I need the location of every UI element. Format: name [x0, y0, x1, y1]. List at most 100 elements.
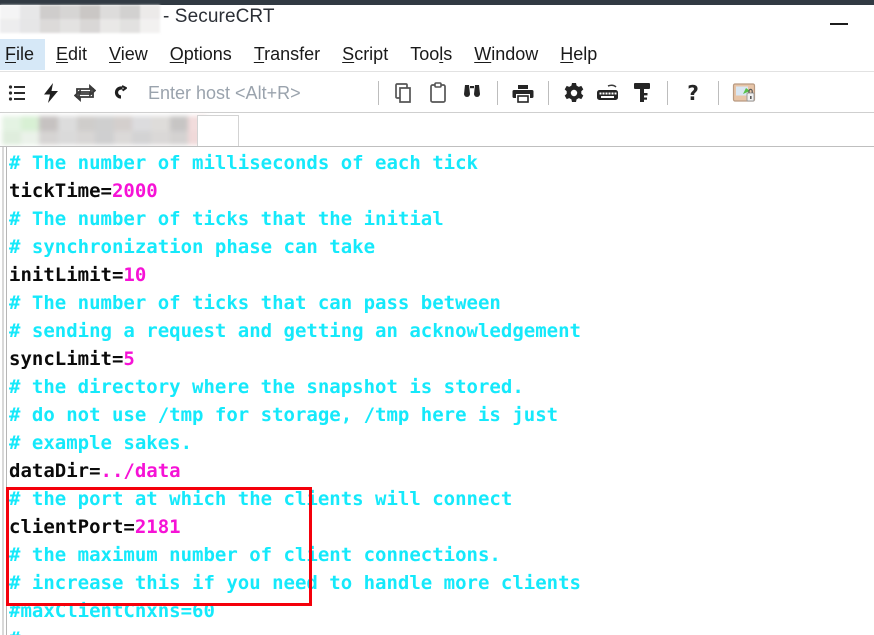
copy-icon[interactable]	[387, 76, 421, 110]
terminal-span-val: 5	[123, 348, 135, 370]
terminal-line: # The number of ticks that the initial	[9, 205, 874, 233]
menu-item-window[interactable]: Window	[463, 39, 549, 70]
find-icon[interactable]	[455, 76, 489, 110]
toolbar-divider	[667, 81, 668, 105]
mosaic-block	[76, 130, 96, 145]
mosaic-block	[2, 116, 21, 131]
mosaic-block	[95, 116, 114, 131]
terminal-line: # increase this if you need to handle mo…	[9, 569, 874, 597]
mosaic-block	[20, 130, 40, 145]
help-icon[interactable]: ?	[676, 76, 710, 110]
terminal-span-key: dataDir=	[9, 460, 101, 482]
gear-icon[interactable]	[557, 76, 591, 110]
mosaic-block	[0, 5, 20, 19]
mosaic-block	[2, 130, 21, 145]
mosaic-block	[169, 130, 189, 145]
menu-item-transfer[interactable]: Transfer	[243, 39, 331, 70]
toolbar-divider	[378, 81, 379, 105]
terminal-span-comment: # The number of ticks that the initial	[9, 208, 444, 230]
terminal-line: # the directory where the snapshot is st…	[9, 373, 874, 401]
masked-session-title	[0, 5, 160, 33]
terminal-line: initLimit=10	[9, 261, 874, 289]
mosaic-block	[60, 19, 80, 33]
securecrt-window: - SecureCRT File Edit View Options Transfer S…	[0, 0, 874, 635]
svg-text:?: ?	[687, 82, 699, 104]
terminal-line: #	[9, 625, 874, 635]
terminal-span-comment: # synchronization phase can take	[9, 236, 376, 258]
mosaic-block	[40, 5, 60, 19]
terminal-line: syncLimit=5	[9, 345, 874, 373]
terminal-span-comment: # example sakes.	[9, 432, 193, 454]
mosaic-block	[169, 116, 189, 131]
mosaic-block	[40, 19, 60, 33]
menu-separator	[0, 71, 874, 72]
terminal-span-comment: # do not use /tmp for storage, /tmp here…	[9, 404, 559, 426]
mosaic-block	[132, 116, 152, 131]
terminal-span-comment: # the port at which the clients will con…	[9, 488, 513, 510]
terminal-span-comment: #	[9, 628, 20, 635]
tab-bar	[0, 114, 874, 147]
terminal-line: # The number of ticks that can pass betw…	[9, 289, 874, 317]
menu-bar: File Edit View Options Transfer Script Tools Wi…	[0, 38, 874, 70]
mosaic-block	[100, 5, 120, 19]
terminal-span-key: initLimit=	[9, 264, 124, 286]
mosaic-block	[151, 116, 170, 131]
quick-connect-icon[interactable]	[34, 76, 68, 110]
terminal-left-gutter	[0, 147, 7, 635]
terminal-line: dataDir=../data	[9, 457, 874, 485]
title-bar: - SecureCRT	[0, 5, 874, 38]
terminal-line: # do not use /tmp for storage, /tmp here…	[9, 401, 874, 429]
terminal-pane[interactable]: # The number of milliseconds of each tic…	[0, 147, 874, 635]
mosaic-block	[140, 19, 160, 33]
mosaic-block	[95, 130, 114, 145]
toolbar-separator	[0, 112, 874, 113]
reconnect-icon[interactable]	[68, 76, 102, 110]
key-icon[interactable]	[625, 76, 659, 110]
terminal-line: tickTime=2000	[9, 177, 874, 205]
mosaic-block	[120, 5, 140, 19]
terminal-span-comment: # sending a request and getting an ackno…	[9, 320, 581, 342]
terminal-line: # example sakes.	[9, 429, 874, 457]
terminal-span-val: 2000	[111, 180, 158, 202]
session-manager-icon[interactable]	[0, 76, 34, 110]
menu-item-view[interactable]: View	[98, 39, 159, 70]
toolbar-divider	[497, 81, 498, 105]
terminal-span-val: 2181	[134, 516, 181, 538]
menu-item-file[interactable]: File	[0, 38, 46, 70]
terminal-span-comment: # increase this if you need to handle mo…	[9, 572, 581, 594]
print-icon[interactable]	[506, 76, 540, 110]
terminal-span-comment: # the directory where the snapshot is st…	[9, 376, 524, 398]
terminal-span-key: clientPort=	[9, 516, 135, 538]
terminal-line: # synchronization phase can take	[9, 233, 874, 261]
paste-icon[interactable]	[421, 76, 455, 110]
mosaic-block	[20, 19, 40, 33]
disconnect-icon[interactable]	[102, 76, 136, 110]
keyboard-icon[interactable]	[591, 76, 625, 110]
masked-session-tab[interactable]	[2, 116, 207, 145]
mosaic-block	[113, 116, 133, 131]
terminal-line: # the port at which the clients will con…	[9, 485, 874, 513]
terminal-span-comment: # the maximum number of client connectio…	[9, 544, 501, 566]
mosaic-block	[132, 130, 152, 145]
mosaic-block	[113, 130, 133, 145]
mosaic-block	[39, 116, 58, 131]
mosaic-block	[0, 19, 20, 33]
terminal-span-val: ../data	[100, 460, 181, 482]
terminal-span-comment: # The number of milliseconds of each tic…	[9, 152, 478, 174]
menu-item-script[interactable]: Script	[331, 39, 399, 70]
menu-item-tools[interactable]: Tools	[399, 39, 463, 70]
host-input[interactable]: Enter host <Alt+R>	[136, 83, 370, 104]
terminal-line: # the maximum number of client connectio…	[9, 541, 874, 569]
menu-item-edit[interactable]: Edit	[45, 39, 98, 70]
mosaic-block	[57, 116, 77, 131]
menu-item-help[interactable]: Help	[549, 39, 608, 70]
mosaic-block	[60, 5, 80, 19]
mosaic-block	[120, 19, 140, 33]
secure-desktop-icon[interactable]	[727, 76, 761, 110]
minimize-button[interactable]	[826, 10, 856, 34]
menu-item-options[interactable]: Options	[159, 39, 243, 70]
terminal-span-val: 10	[123, 264, 147, 286]
mosaic-block	[20, 116, 40, 131]
mosaic-block	[20, 5, 40, 19]
mosaic-block	[100, 19, 120, 33]
